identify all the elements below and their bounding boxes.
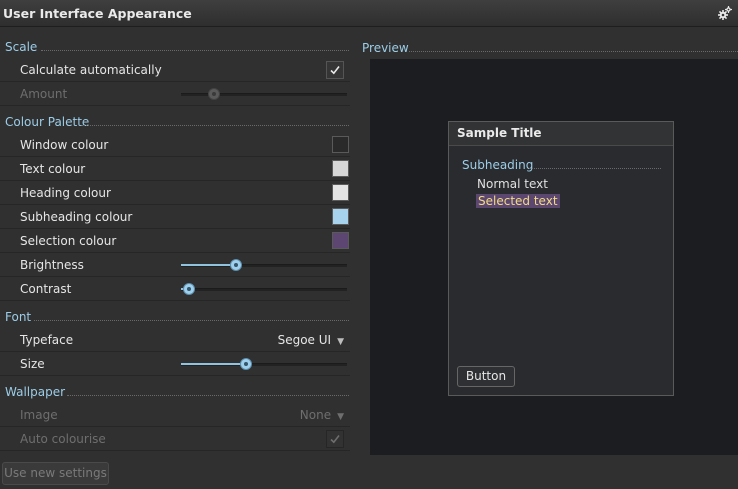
image-label: Image [20,408,58,422]
amount-slider-thumb[interactable] [208,88,221,100]
row-size[interactable]: Size [0,352,350,376]
sample-button[interactable]: Button [457,366,515,387]
section-font: Font [5,310,349,326]
divider [34,320,349,321]
divider [67,395,349,396]
auto-colourise-label: Auto colourise [20,432,106,446]
image-value: None [299,408,332,422]
use-new-settings-button[interactable]: Use new settings [2,462,109,485]
brightness-slider-thumb[interactable] [229,259,242,271]
text-colour-label: Text colour [20,162,86,176]
size-slider[interactable] [181,358,347,370]
image-select[interactable]: None ▼ [300,408,344,422]
sample-subheading: Subheading [462,158,534,172]
brightness-slider-fill [181,264,236,266]
window-colour-swatch[interactable] [332,136,349,153]
size-label: Size [20,357,45,371]
section-font-label: Font [5,310,32,324]
section-colour-palette-label: Colour Palette [5,115,90,129]
row-subheading-colour[interactable]: Subheading colour [0,205,350,229]
auto-colourise-checkbox[interactable] [326,430,344,448]
window-colour-label: Window colour [20,138,109,152]
subheading-colour-swatch[interactable] [332,208,349,225]
window-title: User Interface Appearance [3,6,192,21]
sample-selected-text: Selected text [476,194,560,208]
row-amount: Amount [0,82,350,106]
row-contrast[interactable]: Contrast [0,277,350,301]
sample-window: Sample Title Subheading Normal text Sele… [448,121,674,396]
divider [82,125,349,126]
amount-label: Amount [20,87,68,101]
heading-colour-swatch[interactable] [332,184,349,201]
section-scale-label: Scale [5,40,38,54]
brightness-slider[interactable] [181,259,347,271]
size-slider-fill [181,363,246,365]
size-slider-thumb[interactable] [239,358,252,370]
divider [529,168,661,169]
row-image: Image None ▼ [0,403,350,427]
selection-colour-swatch[interactable] [332,232,349,249]
typeface-label: Typeface [20,333,74,347]
section-wallpaper-label: Wallpaper [5,385,66,399]
title-bar: User Interface Appearance [0,0,738,27]
heading-colour-label: Heading colour [20,186,111,200]
section-colour-palette: Colour Palette [5,115,349,131]
row-heading-colour[interactable]: Heading colour [0,181,350,205]
calculate-automatically-checkbox[interactable] [326,61,344,79]
row-brightness[interactable]: Brightness [0,253,350,277]
caret-down-icon: ▼ [337,412,344,422]
check-icon [330,66,340,75]
contrast-label: Contrast [20,282,72,296]
check-icon [330,435,340,444]
row-selection-colour[interactable]: Selection colour [0,229,350,253]
selection-colour-label: Selection colour [20,234,117,248]
divider [409,51,738,52]
row-calculate-automatically[interactable]: Calculate automatically [0,58,350,82]
section-wallpaper: Wallpaper [5,385,349,401]
row-typeface[interactable]: Typeface Segoe UI ▼ [0,328,350,352]
section-scale: Scale [5,40,349,56]
divider [41,50,349,51]
typeface-select[interactable]: Segoe UI ▼ [278,333,344,347]
sample-normal-text: Normal text [477,177,548,191]
caret-down-icon: ▼ [337,337,344,347]
brightness-label: Brightness [20,258,84,272]
amount-slider[interactable] [181,88,347,100]
subheading-colour-label: Subheading colour [20,210,133,224]
calculate-automatically-label: Calculate automatically [20,63,162,77]
typeface-value: Segoe UI [277,333,332,347]
row-auto-colourise: Auto colourise [0,427,350,451]
row-window-colour[interactable]: Window colour [0,133,350,157]
sample-title: Sample Title [449,122,673,146]
preview-label: Preview [362,41,409,55]
text-colour-swatch[interactable] [332,160,349,177]
contrast-slider[interactable] [181,283,347,295]
row-text-colour[interactable]: Text colour [0,157,350,181]
gears-icon[interactable] [717,5,733,21]
contrast-slider-thumb[interactable] [183,283,196,295]
